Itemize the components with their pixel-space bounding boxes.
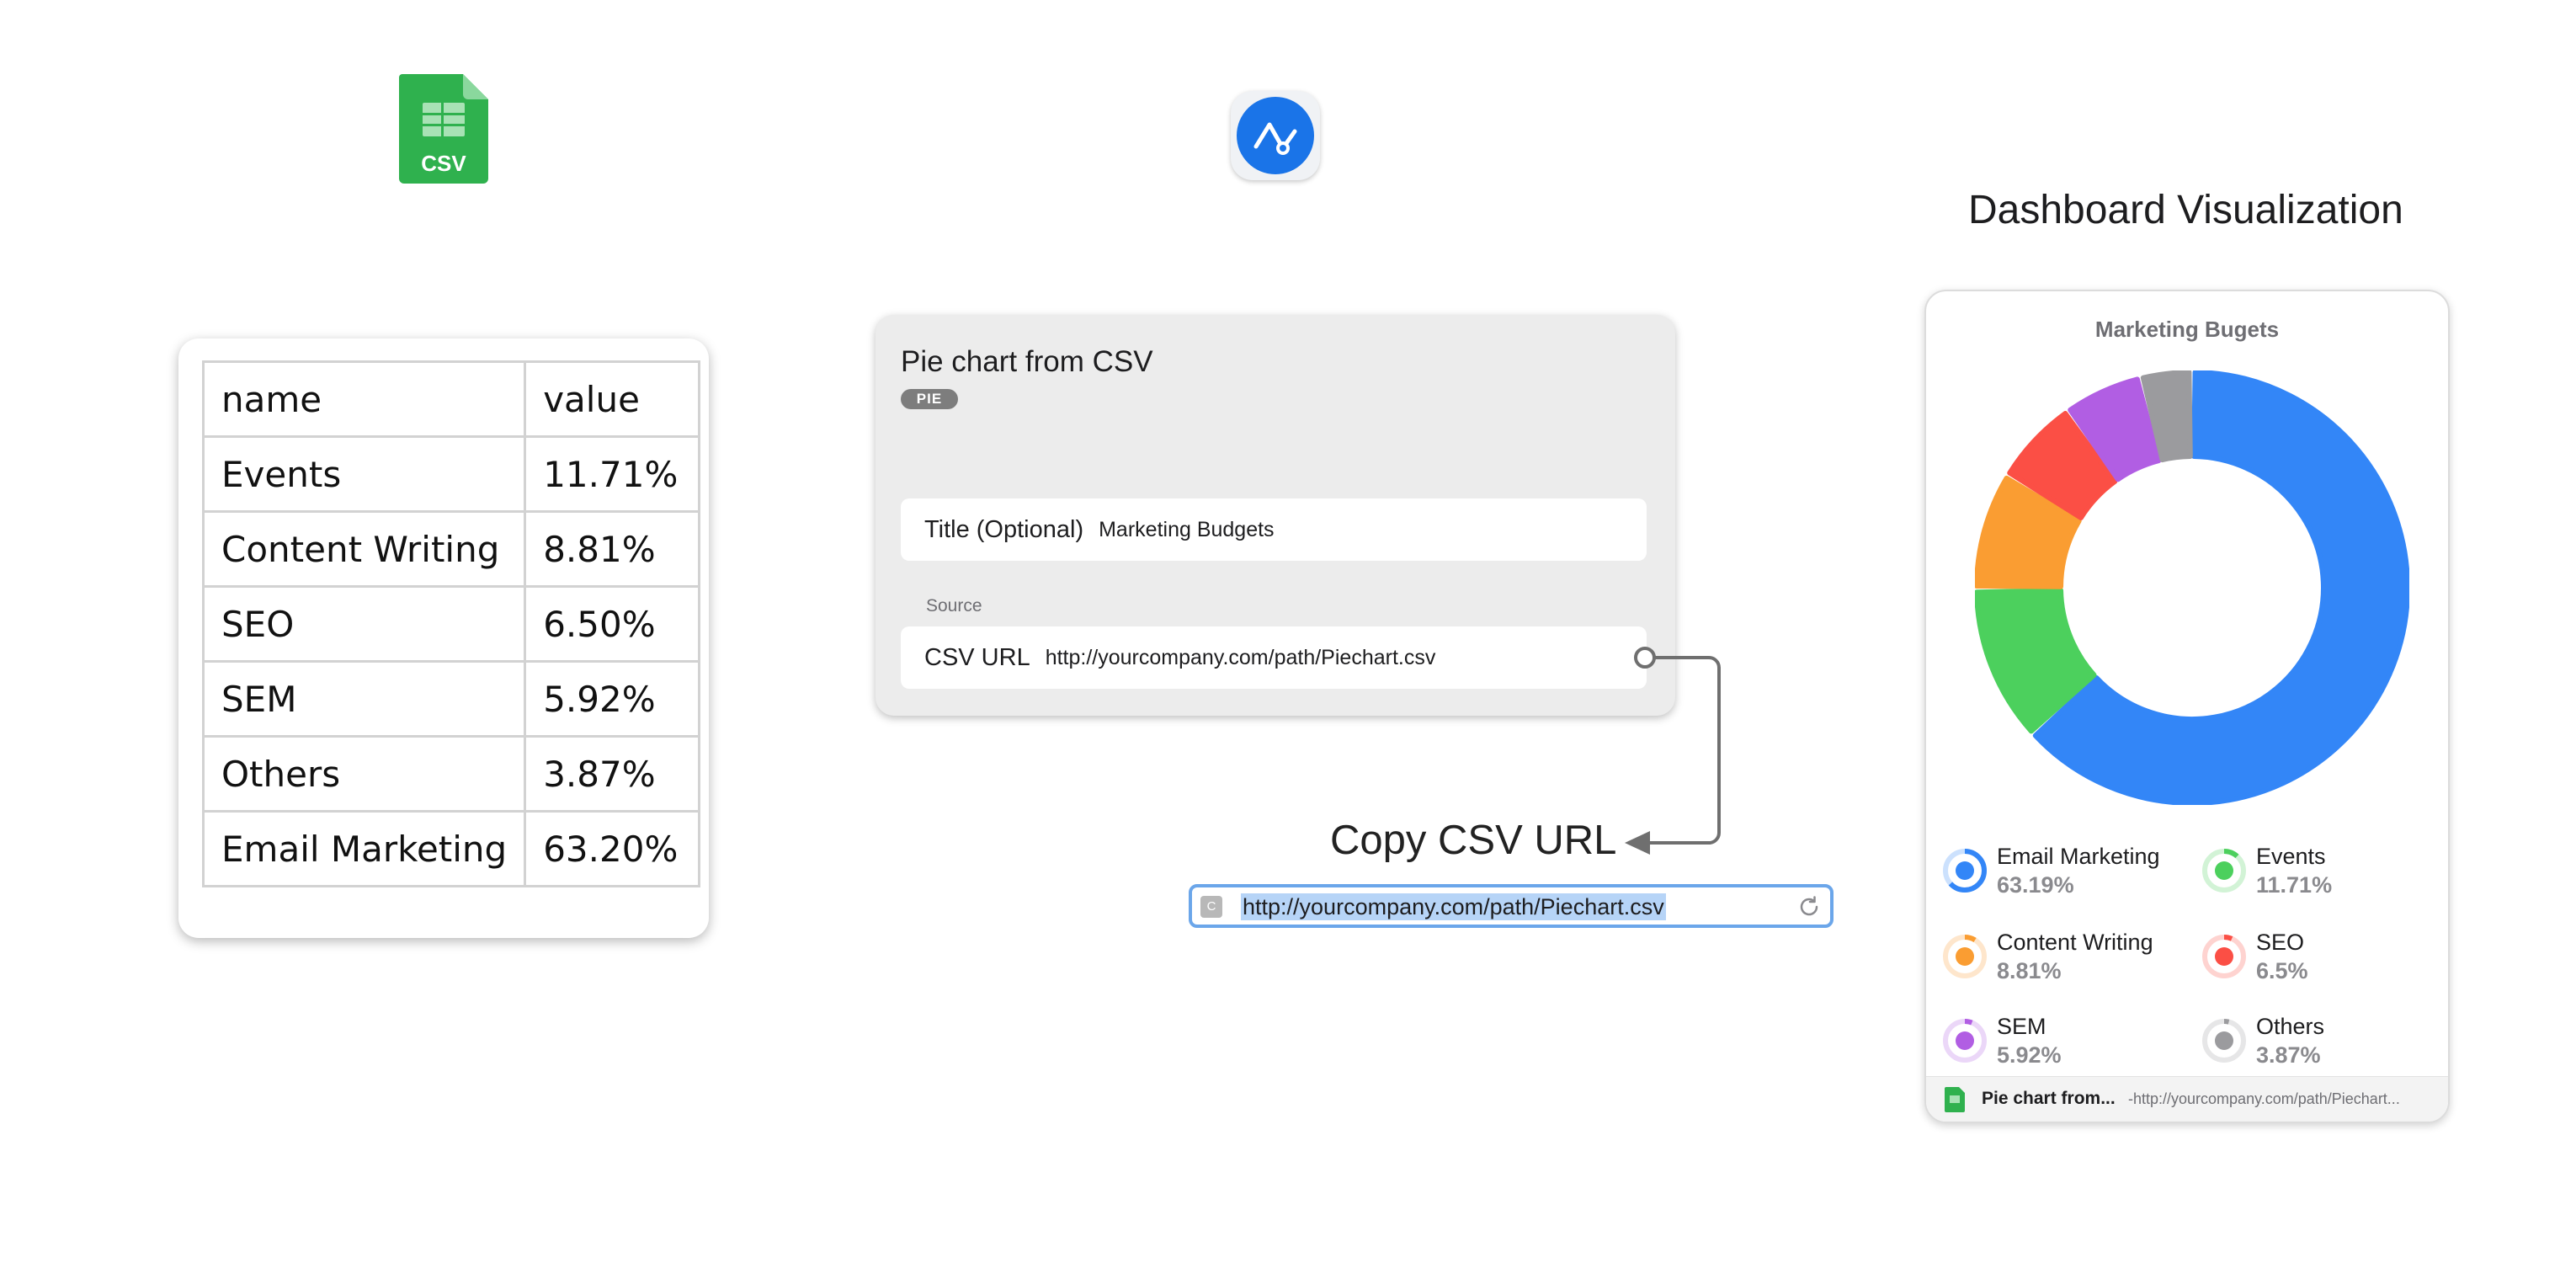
legend-ring-icon — [1943, 1019, 1987, 1063]
url-text-selected[interactable]: http://yourcompany.com/path/Piechart.csv — [1241, 893, 1666, 920]
widget-footer[interactable]: Pie chart from... -http://yourcompany.co… — [1926, 1076, 2448, 1122]
site-favicon: C — [1200, 896, 1222, 918]
donut-chart — [1975, 370, 2409, 805]
legend-item[interactable]: SEM 5.92% — [1941, 1010, 2185, 1078]
legend-name: SEM — [1997, 1014, 2046, 1039]
dashboard-heading: Dashboard Visualization — [1968, 188, 2403, 232]
browser-url-bar[interactable]: C http://yourcompany.com/path/Piechart.c… — [1189, 884, 1834, 928]
legend-ring-icon — [2202, 849, 2246, 893]
copy-csv-url-label: Copy CSV URL — [1330, 818, 1617, 863]
legend-item[interactable]: Others 3.87% — [2201, 1010, 2445, 1078]
legend-value: 63.19% — [1997, 872, 2074, 898]
legend-name: Content Writing — [1997, 930, 2153, 955]
legend-value: 11.71% — [2256, 872, 2333, 898]
footer-source-name: Pie chart from... — [1982, 1089, 2116, 1108]
legend-name: Others — [2256, 1014, 2325, 1039]
legend-item[interactable]: Events 11.71% — [2201, 840, 2445, 908]
legend-name: Email Marketing — [1997, 844, 2160, 869]
legend-ring-icon — [2202, 935, 2246, 978]
legend-item[interactable]: Content Writing 8.81% — [1941, 926, 2185, 994]
legend-item[interactable]: SEO 6.5% — [2201, 926, 2445, 994]
legend-name: SEO — [2256, 930, 2305, 955]
csv-file-icon — [1945, 1087, 1965, 1112]
chart-title: Marketing Bugets — [2094, 317, 2280, 342]
dashboard-widget[interactable]: Marketing Bugets Email Marketing 63.19% Ev… — [1924, 290, 2450, 1123]
legend-value: 3.87% — [2256, 1042, 2321, 1068]
legend-ring-icon — [2202, 1019, 2246, 1063]
legend-ring-icon — [1943, 935, 1987, 978]
footer-source-url: -http://yourcompany.com/path/Piechart... — [2128, 1090, 2400, 1107]
legend-value: 6.5% — [2256, 958, 2308, 983]
legend-value: 5.92% — [1997, 1042, 2062, 1068]
reload-icon[interactable] — [1796, 894, 1822, 919]
legend-ring-icon — [1943, 849, 1987, 893]
legend-value: 8.81% — [1997, 958, 2062, 983]
legend-name: Events — [2256, 844, 2326, 869]
legend-item[interactable]: Email Marketing 63.19% — [1941, 840, 2185, 908]
